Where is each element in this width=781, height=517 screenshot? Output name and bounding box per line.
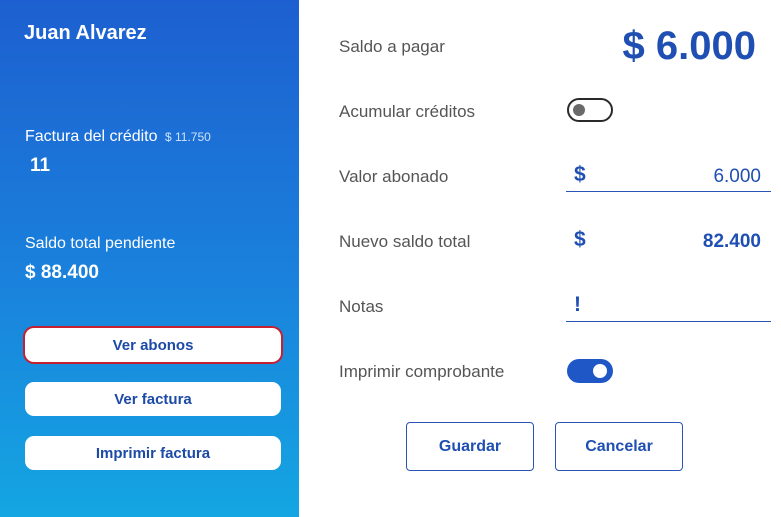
toggle-knob [593, 364, 607, 378]
pending-balance-label: Saldo total pendiente [25, 235, 176, 252]
pending-balance-value: $ 88.400 [25, 262, 99, 283]
new-total-balance-label: Nuevo saldo total [339, 232, 471, 251]
view-payments-button[interactable]: Ver abonos [25, 328, 281, 362]
invoice-label: Factura del crédito [25, 128, 158, 145]
accumulate-credits-label: Acumular créditos [339, 102, 476, 121]
print-invoice-button[interactable]: Imprimir factura [25, 436, 281, 470]
print-receipt-toggle[interactable] [567, 359, 613, 383]
customer-name: Juan Alvarez [24, 22, 147, 44]
print-receipt-label: Imprimir comprobante [339, 362, 505, 381]
amount-paid-value: 6.000 [713, 166, 761, 187]
notes-label: Notas [339, 297, 384, 316]
new-total-balance-value: 82.400 [702, 231, 761, 252]
invoice-number: 11 [30, 155, 51, 176]
accumulate-credits-toggle[interactable] [567, 98, 613, 122]
customer-sidebar: Juan Alvarez Factura del crédito $ 11.75… [0, 0, 299, 517]
view-invoice-button[interactable]: Ver factura [25, 382, 281, 416]
new-total-balance-field: $ 82.400 [566, 225, 771, 257]
balance-due-value: $ 6.000 [622, 24, 756, 68]
save-button[interactable]: Guardar [406, 422, 534, 471]
invoice-amount: $ 11.750 [164, 130, 211, 144]
invoice-label-row: Factura del crédito $ 11.750 [25, 128, 211, 146]
notes-input[interactable]: ! [566, 290, 771, 322]
currency-symbol: $ [574, 163, 586, 186]
balance-due-label: Saldo a pagar [339, 37, 445, 56]
currency-symbol: $ [574, 228, 586, 251]
notes-value: ! [574, 293, 581, 316]
cancel-button[interactable]: Cancelar [555, 422, 683, 471]
amount-paid-input[interactable]: $ 6.000 [566, 160, 771, 192]
toggle-knob [573, 104, 585, 116]
amount-paid-label: Valor abonado [339, 167, 449, 186]
